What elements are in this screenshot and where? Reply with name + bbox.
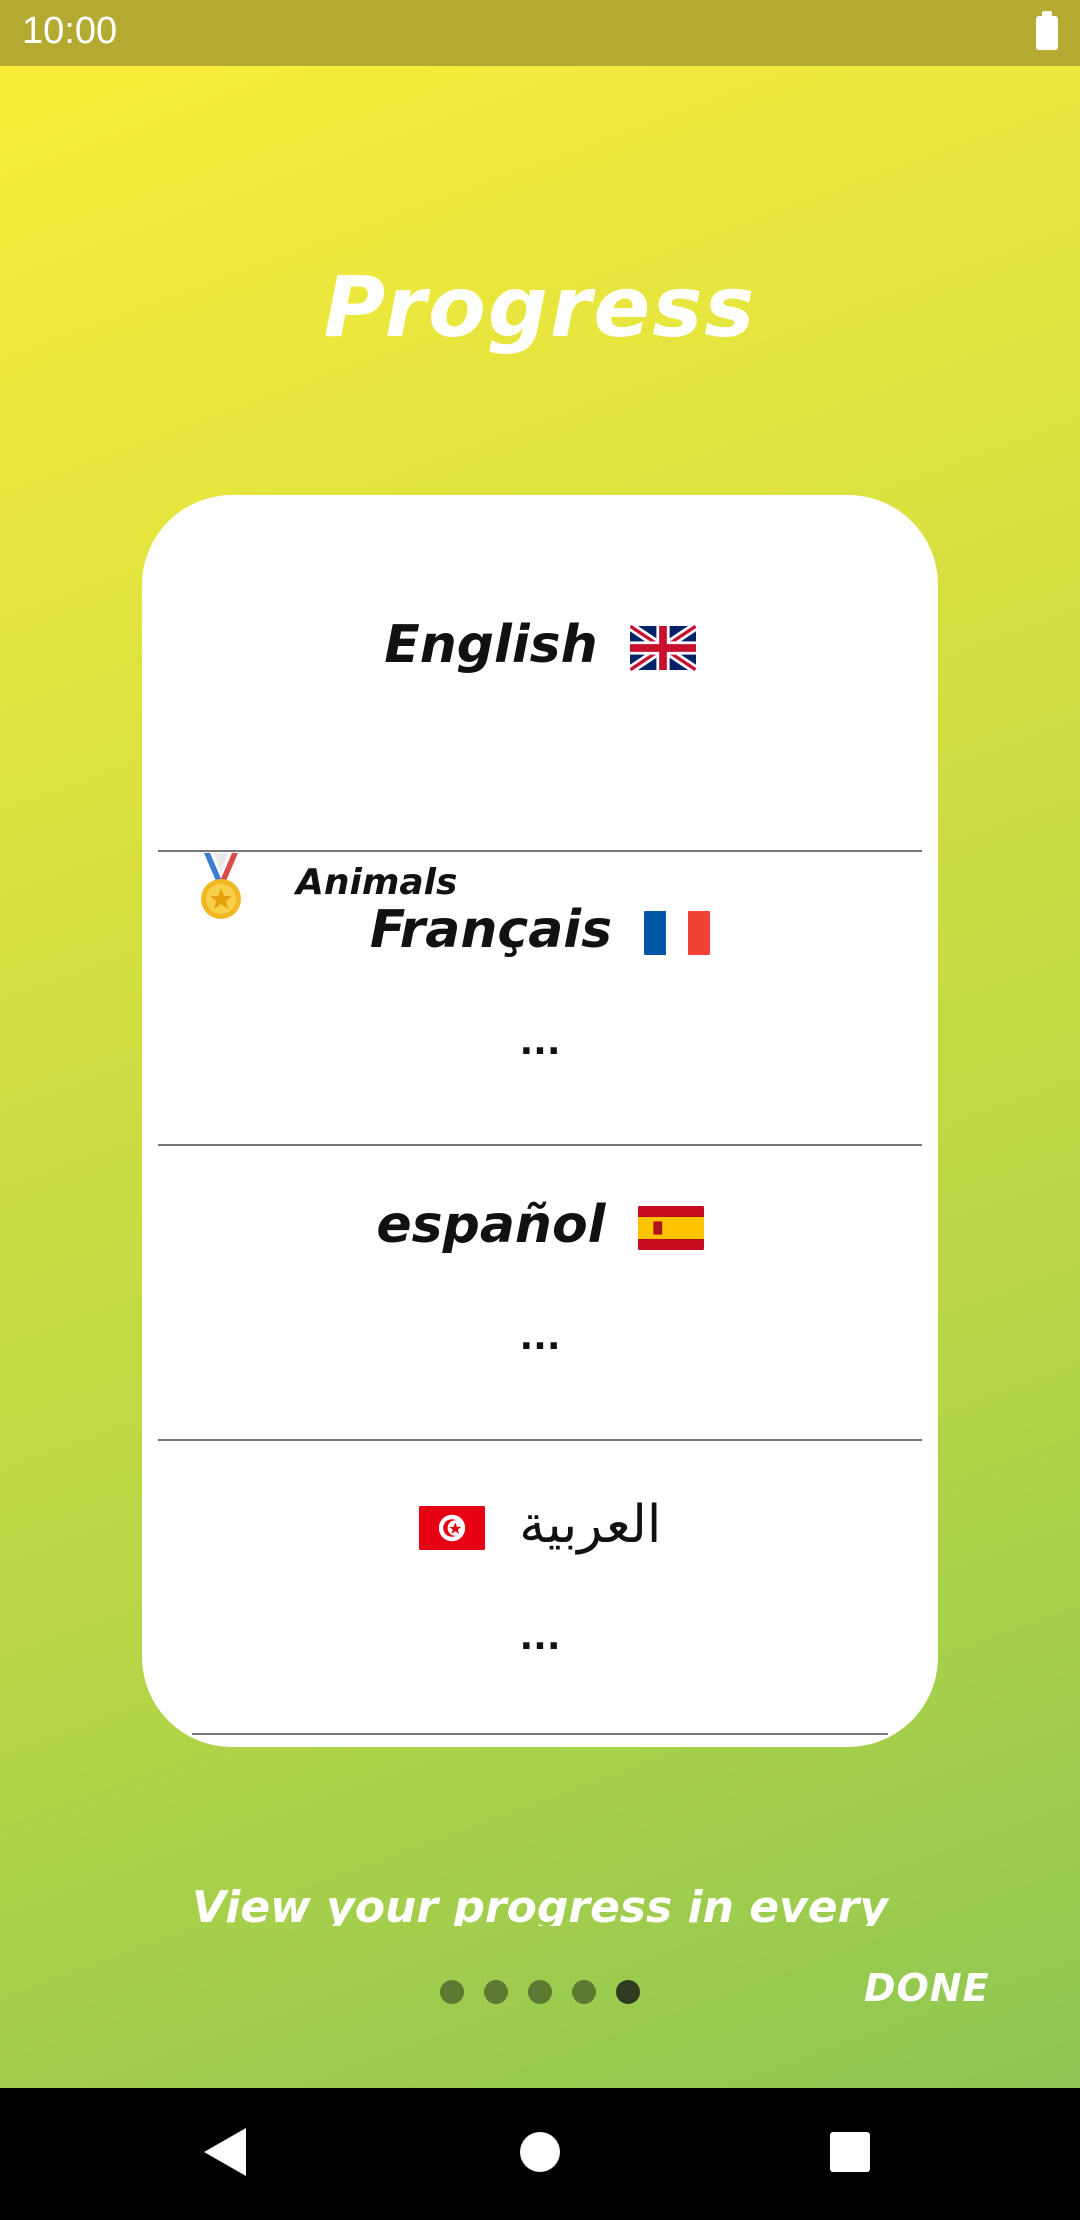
- divider: [192, 1733, 888, 1735]
- onboarding-caption: View your progress in every: [0, 1882, 1080, 1926]
- flag-uk-icon: [629, 624, 696, 672]
- divider: [158, 1144, 922, 1146]
- language-title-english: English: [158, 615, 922, 675]
- empty-progress-ellipsis: ...: [519, 1022, 561, 1063]
- divider: [158, 1439, 922, 1441]
- topic-label[interactable]: Animals: [296, 862, 457, 903]
- status-time: 10:00: [22, 10, 118, 52]
- language-section-francais: Français ...: [158, 900, 922, 1150]
- progress-card[interactable]: English Animals Français ... español ...…: [142, 495, 938, 1747]
- language-name: español: [376, 1195, 606, 1255]
- language-name: English: [384, 615, 598, 675]
- flag-spain-icon: [637, 1206, 704, 1250]
- page-dot[interactable]: [440, 1980, 464, 2004]
- language-name: العربية: [519, 1495, 662, 1555]
- flag-tunisia-icon: [418, 1506, 485, 1550]
- language-section-espanol: español ...: [158, 1195, 922, 1445]
- language-title-arabic: العربية: [158, 1495, 922, 1555]
- empty-progress-ellipsis: ...: [519, 1617, 561, 1658]
- back-triangle-icon[interactable]: [204, 2128, 246, 2176]
- battery-full-icon: [1036, 11, 1058, 50]
- caption-text: View your progress in every: [191, 1882, 889, 1926]
- recents-square-icon[interactable]: [830, 2132, 870, 2172]
- flag-france-icon: [644, 911, 711, 955]
- home-circle-icon[interactable]: [520, 2132, 560, 2172]
- language-name: Français: [369, 900, 613, 960]
- done-button[interactable]: DONE: [864, 1966, 990, 2010]
- language-section-english: English Animals: [158, 615, 922, 919]
- page-dot[interactable]: [528, 1980, 552, 2004]
- status-bar: 10:00: [0, 0, 1080, 66]
- language-title-espanol: español: [158, 1195, 922, 1255]
- page-dot-active[interactable]: [616, 1980, 640, 2004]
- page-title: Progress: [323, 258, 757, 356]
- divider: [158, 850, 922, 852]
- language-section-arabic: العربية ...: [158, 1495, 922, 1745]
- page-dot[interactable]: [484, 1980, 508, 2004]
- empty-progress-ellipsis: ...: [519, 1317, 561, 1358]
- language-title-francais: Français: [158, 900, 922, 960]
- page-dot[interactable]: [572, 1980, 596, 2004]
